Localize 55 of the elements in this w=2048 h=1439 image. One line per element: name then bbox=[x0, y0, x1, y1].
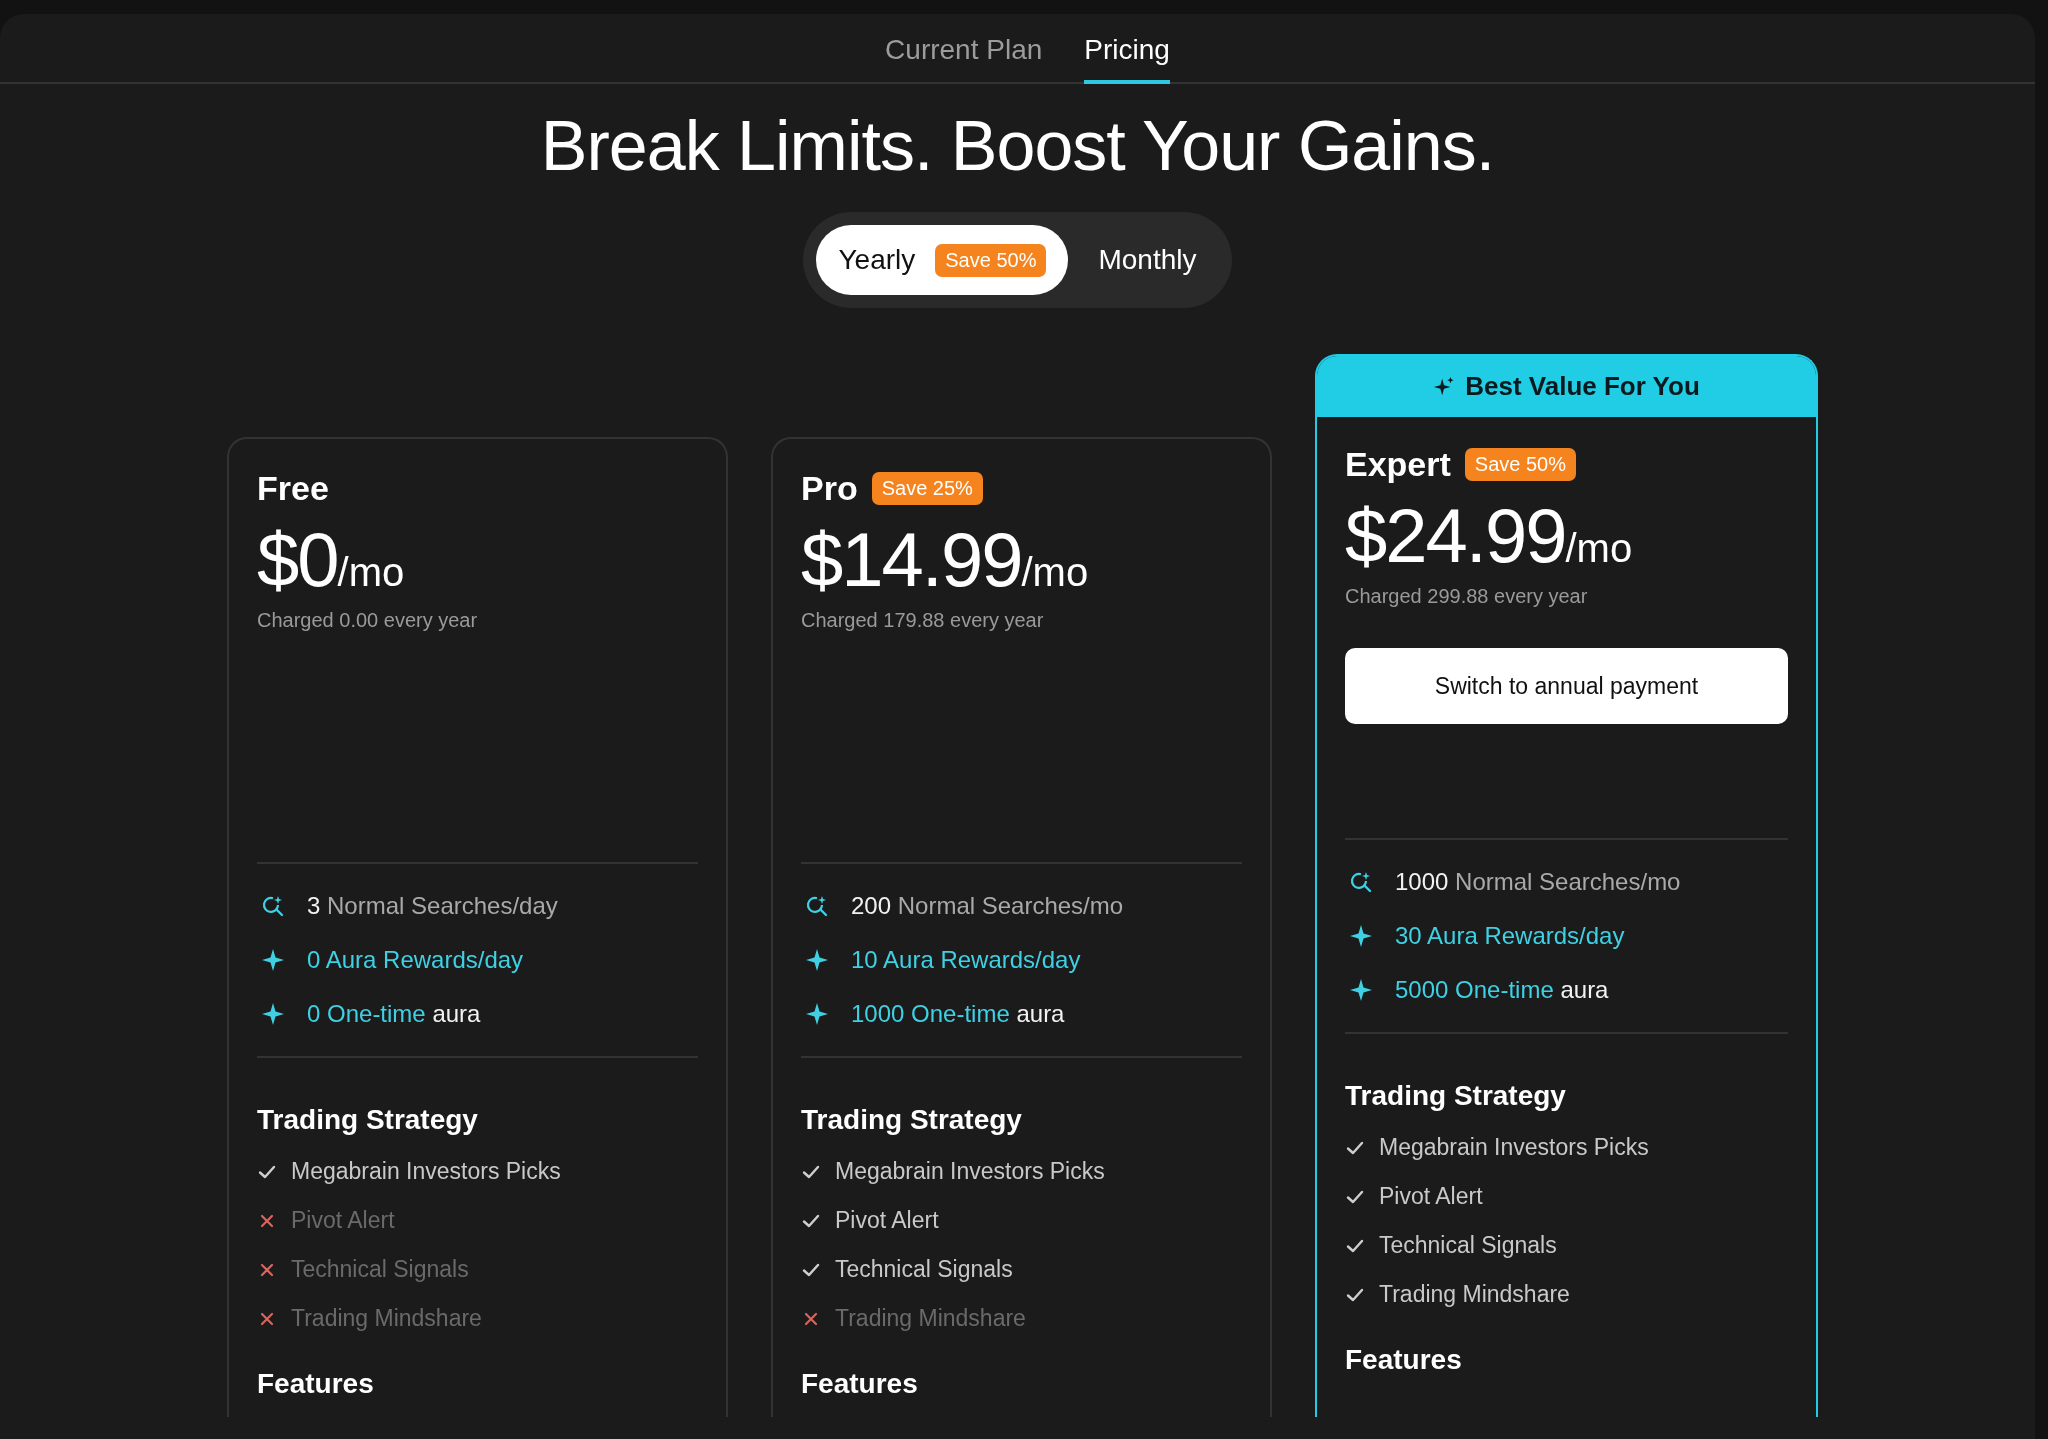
plan-price: $24.99/mo bbox=[1345, 492, 1634, 579]
section-heading: Features bbox=[1345, 1344, 1463, 1376]
strategy-item: Megabrain Investors Picks bbox=[1379, 1134, 1649, 1161]
section-heading: Trading Strategy bbox=[801, 1104, 1023, 1136]
usage-stat: 0 One-time aura bbox=[307, 1000, 481, 1028]
strategy-item: Trading Mindshare bbox=[1379, 1281, 1570, 1308]
plan-name: Expert bbox=[1345, 445, 1451, 484]
save-badge: Save 50% bbox=[935, 243, 1047, 277]
billing-option[interactable]: Yearly Save 50% bbox=[816, 225, 1069, 295]
strategy-item: Megabrain Investors Picks bbox=[835, 1158, 1105, 1185]
strategy-item: Pivot Alert bbox=[1379, 1183, 1483, 1210]
tab[interactable]: Pricing bbox=[1084, 34, 1170, 84]
strategy-item: Trading Mindshare bbox=[835, 1305, 1026, 1332]
usage-stat: 1000 One-time aura bbox=[851, 1000, 1065, 1028]
charge-note: Charged 179.88 every year bbox=[801, 609, 1045, 632]
annual-payment-button[interactable]: Switch to annual payment bbox=[1345, 648, 1788, 724]
usage-stat: 0 Aura Rewards/day bbox=[307, 946, 524, 974]
usage-stat: 3 Normal Searches/day bbox=[307, 892, 558, 920]
section-heading: Trading Strategy bbox=[257, 1104, 479, 1136]
plan-price: $0/mo bbox=[257, 516, 406, 603]
usage-stat: 200 Normal Searches/mo bbox=[851, 892, 1124, 920]
search-icon bbox=[805, 894, 829, 918]
search-icon bbox=[1349, 870, 1373, 894]
usage-stat: 1000 Normal Searches/mo bbox=[1395, 868, 1681, 896]
tab[interactable]: Current Plan bbox=[885, 34, 1043, 84]
sparkle-icon bbox=[805, 948, 829, 972]
strategy-item: Trading Mindshare bbox=[291, 1305, 482, 1332]
charge-note: Charged 0.00 every year bbox=[257, 609, 479, 632]
banner-text: Best Value For You bbox=[1465, 371, 1700, 402]
sparkle-icon bbox=[261, 948, 285, 972]
strategy-item: Technical Signals bbox=[1379, 1232, 1557, 1259]
strategy-item: Pivot Alert bbox=[835, 1207, 939, 1234]
sparkle-icon bbox=[1349, 978, 1373, 1002]
strategy-item: Megabrain Investors Picks bbox=[291, 1158, 561, 1185]
headline: Break Limits. Boost Your Gains. bbox=[539, 106, 1496, 186]
plan-price: $14.99/mo bbox=[801, 516, 1090, 603]
sparkle-icon bbox=[805, 1002, 829, 1026]
section-heading: Trading Strategy bbox=[1345, 1080, 1567, 1112]
search-icon bbox=[261, 894, 285, 918]
usage-stat: 30 Aura Rewards/day bbox=[1395, 922, 1625, 950]
save-badge: Save 50% bbox=[1464, 448, 1576, 481]
usage-stat: 5000 One-time aura bbox=[1395, 976, 1609, 1004]
charge-note: Charged 299.88 every year bbox=[1345, 585, 1589, 608]
strategy-item: Technical Signals bbox=[835, 1256, 1013, 1283]
save-badge: Save 25% bbox=[871, 472, 983, 505]
strategy-item: Technical Signals bbox=[291, 1256, 469, 1283]
plan-name: Free bbox=[257, 469, 329, 508]
billing-option[interactable]: Monthly bbox=[1076, 225, 1219, 295]
plan-name: Pro bbox=[801, 469, 858, 508]
section-heading: Features bbox=[257, 1368, 375, 1400]
sparkle-icon bbox=[1349, 924, 1373, 948]
strategy-item: Pivot Alert bbox=[291, 1207, 395, 1234]
usage-stat: 10 Aura Rewards/day bbox=[851, 946, 1081, 974]
sparkle-icon bbox=[261, 1002, 285, 1026]
section-heading: Features bbox=[801, 1368, 919, 1400]
